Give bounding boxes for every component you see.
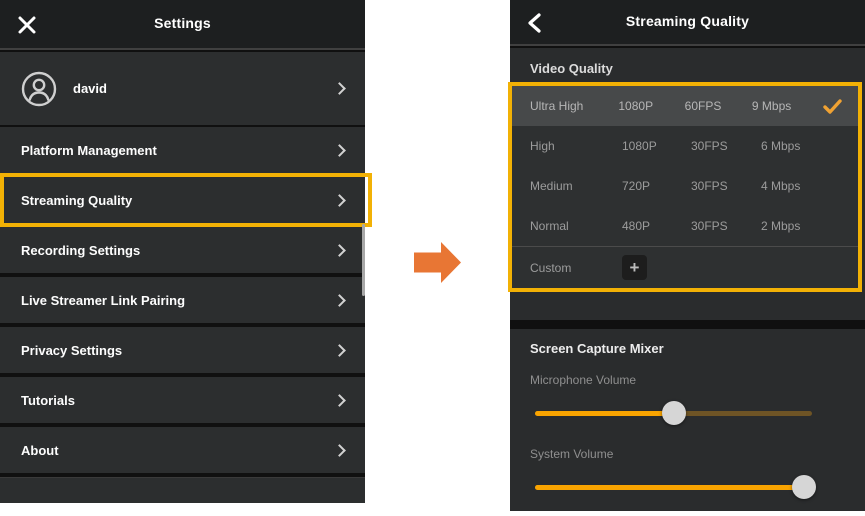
microphone-volume-slider[interactable] <box>535 411 812 416</box>
chevron-right-icon <box>333 344 346 357</box>
microphone-volume-slider-thumb[interactable] <box>662 401 686 425</box>
menu-item-label: Tutorials <box>21 393 75 408</box>
profile-name: david <box>73 81 107 96</box>
chevron-right-icon <box>333 244 346 257</box>
sidebar-item-about[interactable]: About <box>0 427 365 473</box>
quality-fps: 30FPS <box>691 139 761 153</box>
quality-resolution: 480P <box>622 219 691 233</box>
quality-row-medium[interactable]: Medium 720P 30FPS 4 Mbps <box>512 166 858 206</box>
scrollbar-thumb[interactable] <box>362 224 365 296</box>
menu-item-label: Recording Settings <box>21 243 140 258</box>
sidebar-item-privacy-settings[interactable]: Privacy Settings <box>0 327 365 373</box>
quality-resolution: 1080P <box>618 99 684 113</box>
slider-fill <box>535 411 674 416</box>
quality-row-normal[interactable]: Normal 480P 30FPS 2 Mbps <box>512 206 858 246</box>
system-volume-label: System Volume <box>530 447 613 461</box>
quality-bitrate: 4 Mbps <box>761 179 835 193</box>
sidebar-item-tutorials[interactable]: Tutorials <box>0 377 365 423</box>
streaming-quality-panel: Streaming Quality Video Quality Ultra Hi… <box>510 0 865 511</box>
plus-icon: + <box>630 259 640 276</box>
quality-row-ultra-high[interactable]: Ultra High 1080P 60FPS 9 Mbps <box>512 86 858 126</box>
check-icon <box>823 99 842 114</box>
sidebar-item-platform-management[interactable]: Platform Management <box>0 127 365 173</box>
chevron-right-icon <box>333 82 346 95</box>
list-item-empty <box>0 477 365 503</box>
menu-item-label: About <box>21 443 59 458</box>
microphone-volume-label: Microphone Volume <box>530 373 636 387</box>
chevron-right-icon <box>333 294 346 307</box>
quality-name: High <box>530 139 622 153</box>
check-cell <box>823 99 858 114</box>
quality-bitrate: 6 Mbps <box>761 139 835 153</box>
menu-item-label: Privacy Settings <box>21 343 122 358</box>
system-volume-slider[interactable] <box>535 485 812 490</box>
menu-item-label: Live Streamer Link Pairing <box>21 293 185 308</box>
video-quality-table: Ultra High 1080P 60FPS 9 Mbps High 1080P… <box>508 82 862 292</box>
quality-resolution: 720P <box>622 179 691 193</box>
quality-row-high[interactable]: High 1080P 30FPS 6 Mbps <box>512 126 858 166</box>
screenshot-stage: Settings david Platform Management Strea… <box>0 0 865 516</box>
user-avatar-icon <box>21 71 57 107</box>
quality-resolution: 1080P <box>622 139 691 153</box>
quality-bitrate: 2 Mbps <box>761 219 835 233</box>
quality-fps: 30FPS <box>691 219 761 233</box>
menu-item-label: Streaming Quality <box>21 193 132 208</box>
chevron-right-icon <box>333 444 346 457</box>
menu-item-label: Platform Management <box>21 143 157 158</box>
quality-fps: 30FPS <box>691 179 761 193</box>
profile-row[interactable]: david <box>0 52 365 125</box>
quality-bitrate: 9 Mbps <box>752 99 823 113</box>
streaming-quality-header: Streaming Quality <box>510 0 865 46</box>
screen-capture-mixer-section: Screen Capture Mixer Microphone Volume S… <box>510 329 865 511</box>
quality-name: Custom <box>530 261 622 275</box>
quality-name: Medium <box>530 179 622 193</box>
chevron-right-icon <box>333 144 346 157</box>
settings-panel: Settings david Platform Management Strea… <box>0 0 365 503</box>
settings-header: Settings <box>0 0 365 50</box>
chevron-right-icon <box>333 194 346 207</box>
sidebar-item-live-streamer-link-pairing[interactable]: Live Streamer Link Pairing <box>0 277 365 323</box>
video-quality-section: Video Quality Ultra High 1080P 60FPS 9 M… <box>510 48 865 320</box>
quality-row-custom[interactable]: Custom + <box>512 246 858 288</box>
quality-fps: 60FPS <box>685 99 752 113</box>
video-quality-label: Video Quality <box>530 61 613 76</box>
slider-fill <box>535 485 804 490</box>
chevron-right-icon <box>333 394 346 407</box>
settings-title: Settings <box>0 0 365 46</box>
quality-name: Normal <box>530 219 622 233</box>
add-custom-quality-button[interactable]: + <box>622 255 647 280</box>
mixer-title: Screen Capture Mixer <box>530 341 664 356</box>
quality-name: Ultra High <box>530 99 618 113</box>
system-volume-slider-thumb[interactable] <box>792 475 816 499</box>
streaming-quality-title: Streaming Quality <box>510 0 865 42</box>
arrow-right-icon <box>414 242 461 283</box>
sidebar-item-recording-settings[interactable]: Recording Settings <box>0 227 365 273</box>
sidebar-item-streaming-quality[interactable]: Streaming Quality <box>0 177 365 223</box>
